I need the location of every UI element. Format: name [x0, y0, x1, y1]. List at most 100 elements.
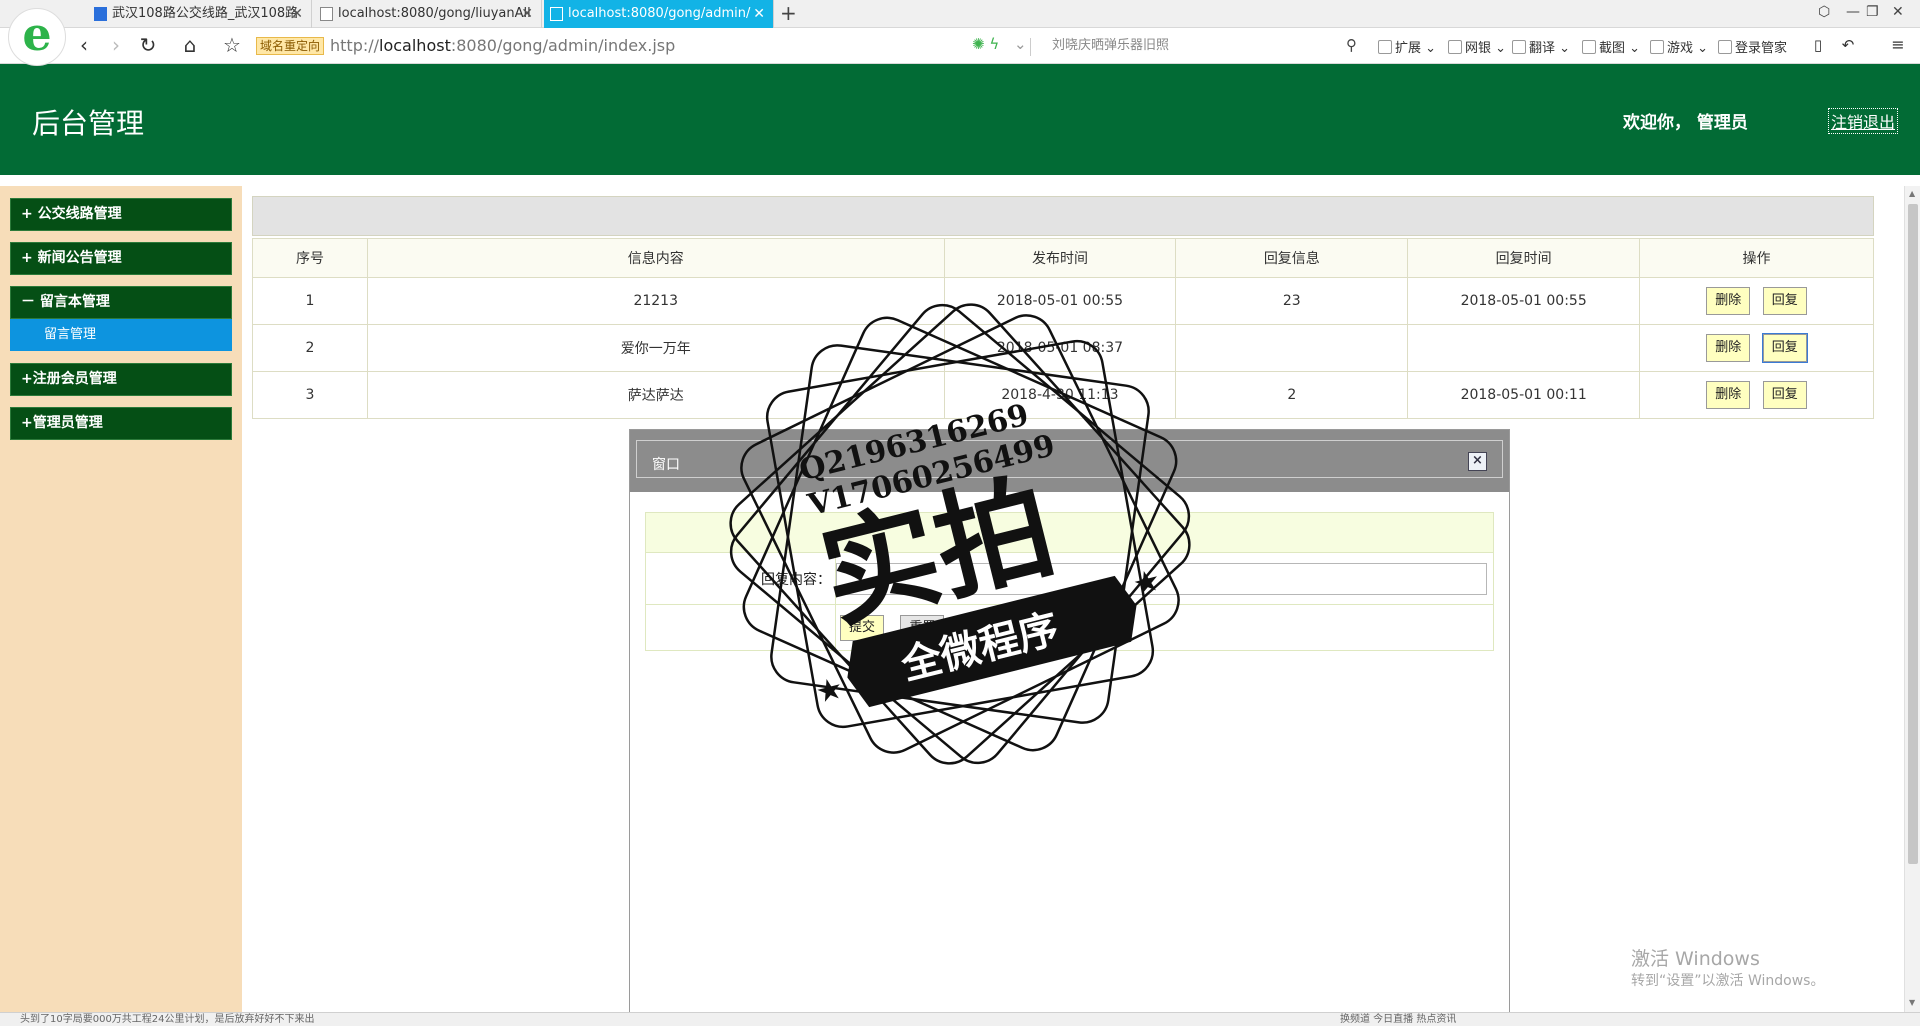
sidebar-group-news[interactable]: + 新闻公告管理 [10, 242, 232, 275]
form-header-cell [645, 512, 1494, 553]
dialog-titlebar[interactable]: 窗口 × [630, 430, 1509, 492]
scroll-down-icon[interactable]: ▼ [1909, 998, 1915, 1007]
windows-activation-subtitle: 转到“设置”以激活 Windows。 [1631, 973, 1825, 989]
cell-time: 2018-05-01 08:37 [943, 324, 1177, 372]
dialog-titlebar-frame [636, 440, 1503, 478]
screenshot-icon [1582, 40, 1596, 54]
tab-close-icon[interactable]: ✕ [291, 0, 303, 28]
table-row: 3 萨达萨达 2018-4-30 11:13 2 2018-05-01 00:1… [252, 371, 1874, 419]
scroll-up-icon[interactable]: ▲ [1909, 189, 1915, 198]
logout-link[interactable]: 注销退出 [1828, 108, 1899, 134]
close-window-icon[interactable]: ✕ [1892, 4, 1904, 20]
browser-tab[interactable]: localhost:8080/gong/liuyanAll ✕ [314, 0, 542, 28]
browser-logo: e [8, 8, 66, 66]
page-title: 后台管理 [32, 107, 145, 140]
toolbar-games[interactable]: 游戏 ⌄ [1650, 37, 1708, 56]
table-row: 1 21213 2018-05-01 00:55 23 2018-05-01 0… [252, 277, 1874, 325]
toolbar-extensions[interactable]: 扩展 ⌄ [1378, 37, 1436, 56]
sidebar-item-message-management[interactable]: 留言管理 [10, 319, 232, 351]
tab-close-icon[interactable]: ✕ [521, 0, 533, 28]
cell-no: 2 [252, 324, 368, 372]
toolbar-screenshot[interactable]: 截图 ⌄ [1582, 37, 1640, 56]
cell-no: 3 [252, 371, 368, 419]
bookmark-star-icon[interactable]: ☆ [220, 34, 244, 58]
cell-content: 爱你一万年 [366, 324, 945, 372]
reply-button[interactable]: 回复 [1761, 333, 1808, 363]
form-button-cell: 提交 重置 [835, 604, 1494, 651]
form-button-row: 提交 重置 [645, 604, 1494, 651]
restore-icon[interactable]: ❐ [1866, 4, 1879, 20]
table-header-row: 序号 信息内容 发布时间 回复信息 回复时间 操作 [252, 238, 1874, 278]
delete-button[interactable]: 删除 [1706, 287, 1751, 315]
back-icon[interactable]: ‹ [72, 34, 96, 58]
delete-button[interactable]: 删除 [1706, 381, 1751, 409]
undo-icon[interactable]: ↶ [1836, 34, 1860, 58]
status-right-items[interactable]: 换频道 今日直播 热点资讯 [1340, 1013, 1456, 1026]
status-news-ticker[interactable]: 头到了10字局要000万共工程24公里计划，是后放弃好好不下来出 [20, 1014, 315, 1025]
refresh-icon[interactable]: ↻ [136, 34, 160, 58]
address-bar[interactable]: http://localhost:8080/gong/admin/index.j… [330, 36, 675, 55]
search-input[interactable]: 刘晓庆晒弹乐器旧照 [1040, 34, 1360, 58]
login-manager-icon [1718, 40, 1732, 54]
browser-tab[interactable]: 武汉108路公交线路_武汉108路 ✕ [88, 0, 312, 28]
scrollbar-thumb[interactable] [1908, 204, 1918, 864]
forward-icon[interactable]: › [104, 34, 128, 58]
cell-reply: 23 [1175, 277, 1409, 325]
url-host: localhost [379, 36, 451, 55]
bank-icon [1448, 40, 1462, 54]
extensions-icon [1378, 40, 1392, 54]
url-path: :8080/gong/admin/index.jsp [450, 36, 676, 55]
dropdown-chevron-icon[interactable]: ⌄ [1014, 35, 1027, 53]
sidebar-group-admins[interactable]: +管理员管理 [10, 407, 232, 440]
browser-tab-bar: 武汉108路公交线路_武汉108路 ✕ localhost:8080/gong/… [0, 0, 1920, 28]
cell-reply-time: 2018-05-01 00:55 [1407, 277, 1641, 325]
reply-button[interactable]: 回复 [1762, 287, 1807, 315]
sidebar-group-members[interactable]: +注册会员管理 [10, 363, 232, 396]
reset-button[interactable]: 重置 [900, 614, 945, 641]
speed-icon[interactable]: ✺ ϟ [972, 35, 999, 53]
cell-actions: 删除 回复 [1639, 324, 1874, 372]
favorites-icon[interactable]: ▯ [1806, 34, 1830, 58]
delete-button[interactable]: 删除 [1706, 334, 1751, 362]
translate-icon [1512, 40, 1526, 54]
vertical-scrollbar[interactable]: ▲ ▼ [1904, 186, 1920, 1012]
toolbar-translate[interactable]: 翻译 ⌄ [1512, 37, 1570, 56]
column-header: 发布时间 [943, 238, 1177, 278]
cell-reply-time [1407, 324, 1641, 372]
tab-favicon-icon [94, 7, 107, 21]
home-icon[interactable]: ⌂ [178, 34, 202, 58]
sidebar-group-guestbook[interactable]: － 留言本管理 [10, 286, 232, 319]
reply-button[interactable]: 回复 [1762, 381, 1807, 409]
toolbar-label: 网银 [1465, 41, 1492, 56]
cell-no: 1 [252, 277, 368, 325]
browser-tab-active[interactable]: localhost:8080/gong/admin/ ✕ [544, 0, 774, 28]
browser-status-bar: 头到了10字局要000万共工程24公里计划，是后放弃好好不下来出 换频道 今日直… [0, 1012, 1920, 1026]
form-row: 回复内容： [645, 552, 1494, 605]
toolbar-login-manager[interactable]: 登录管家 [1718, 37, 1787, 56]
cell-content: 21213 [366, 277, 945, 325]
reply-content-input[interactable] [836, 562, 1487, 595]
dialog-title: 窗口 [652, 457, 680, 473]
skin-icon[interactable]: ⬡ [1818, 4, 1830, 20]
browser-nav-bar: ‹ › ↻ ⌂ ☆ 域名重定向 http://localhost:8080/go… [0, 28, 1920, 64]
welcome-text: 欢迎你， 管理员 [1623, 113, 1748, 133]
search-icon[interactable]: ⚲ [1346, 36, 1357, 54]
divider [1030, 38, 1031, 56]
sidebar-group-bus-lines[interactable]: + 公交线路管理 [10, 198, 232, 231]
redirect-badge[interactable]: 域名重定向 [256, 37, 325, 55]
submit-button[interactable]: 提交 [840, 614, 884, 641]
cell-reply: 2 [1175, 371, 1409, 419]
table-row: 2 爱你一万年 2018-05-01 08:37 删除 回复 [252, 324, 1874, 372]
dialog-close-icon[interactable]: × [1468, 452, 1487, 471]
menu-icon[interactable]: ≡ [1886, 34, 1910, 58]
new-tab-button[interactable]: + [780, 0, 797, 28]
tab-title: 武汉108路公交线路_武汉108路 [112, 6, 299, 21]
message-table: 序号 信息内容 发布时间 回复信息 回复时间 操作 1 21213 2018-0… [252, 238, 1874, 419]
reply-content-label: 回复内容： [645, 552, 836, 605]
toolbar-bank[interactable]: 网银 ⌄ [1448, 37, 1506, 56]
tab-close-icon[interactable]: ✕ [753, 0, 765, 28]
reply-input-cell [835, 552, 1494, 605]
cell-time: 2018-4-30 11:13 [943, 371, 1177, 419]
minimize-icon[interactable]: — [1846, 4, 1860, 20]
tab-page-icon [550, 7, 563, 21]
